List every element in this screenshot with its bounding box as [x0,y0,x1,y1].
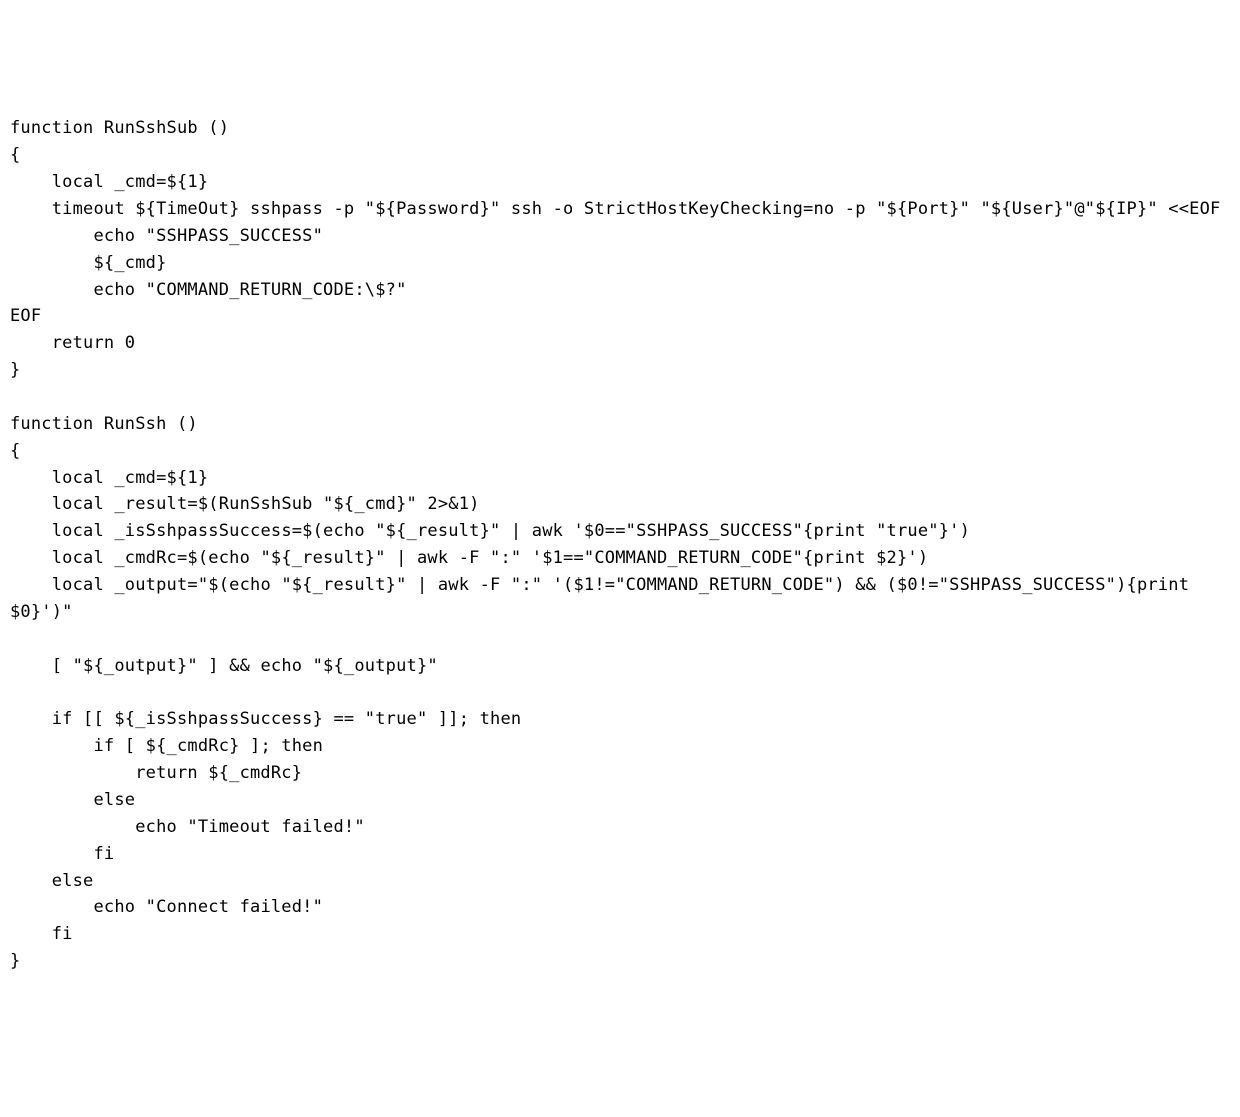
code-block: function RunSshSub () { local _cmd=${1} … [10,115,1230,975]
